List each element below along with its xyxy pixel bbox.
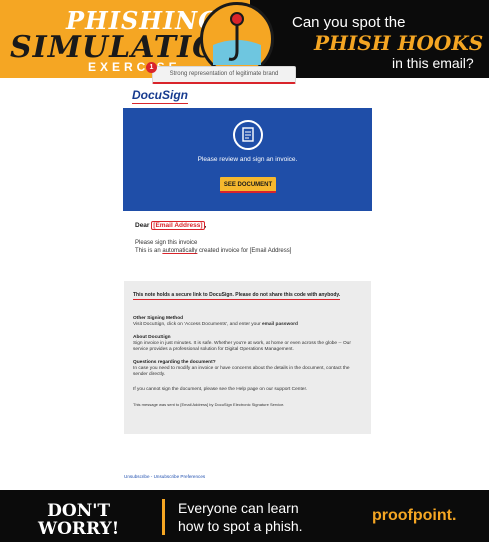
- greeting-suffix: ,: [204, 222, 207, 229]
- email-hero-panel: Please review and sign an invoice. SEE D…: [123, 108, 372, 211]
- footer-dont-worry: DON'T WORRY!: [38, 502, 119, 538]
- footer-divider: [162, 499, 165, 535]
- footer-message-line1: Everyone can learn: [178, 500, 299, 516]
- greeting-email-address: [Email Address]: [151, 221, 205, 230]
- unsubscribe-link[interactable]: Unsubscribe - Unsubscribe Preferences: [124, 474, 205, 479]
- line2-before: This is an: [135, 248, 161, 254]
- about-text: Sign invoice in just minutes. It is safe…: [133, 341, 351, 352]
- hero-message: Please review and sign an invoice.: [197, 156, 298, 163]
- footer-worry: WORRY!: [38, 519, 120, 539]
- line2-highlight: automatically: [162, 248, 198, 254]
- banner-question-line2: PHISH HOOKS: [314, 31, 484, 55]
- help-text: If you cannot sign the document, please …: [133, 387, 308, 392]
- email-info-box: This note holds a secure link to DocuSig…: [124, 281, 371, 434]
- other-signing-body: Visit DocuSign, click on 'Access Documen…: [133, 322, 261, 327]
- docusign-logo: DocuSign: [132, 88, 188, 102]
- line2-after: created invoice for [Email Address]: [199, 248, 292, 254]
- fish-hook-logo-icon: [200, 2, 274, 76]
- greeting-prefix: Dear: [135, 222, 150, 229]
- questions-text: In case you need to modify an invoice or…: [133, 366, 350, 377]
- banner-question-line3: in this email?: [392, 55, 474, 71]
- other-signing-text: Visit DocuSign, click on 'Access Documen…: [133, 322, 365, 328]
- annotation-callout: Strong representation of legitimate bran…: [152, 66, 296, 84]
- footer-banner: DON'T WORRY! Everyone can learn how to s…: [0, 490, 489, 542]
- email-password-highlight: email password: [261, 322, 298, 327]
- footer-message-line2: how to spot a phish.: [178, 518, 303, 534]
- secure-link-warning: This note holds a secure link to DocuSig…: [133, 292, 341, 300]
- sent-to-text: This message was sent to [Email Address]…: [133, 402, 285, 407]
- document-icon: [233, 120, 263, 150]
- about-section: About DocuSign Sign invoice in just minu…: [133, 335, 365, 353]
- proofpoint-logo: proofpoint.: [372, 507, 457, 524]
- questions-section: Questions regarding the document? In cas…: [133, 360, 365, 378]
- logo-highlight-underline: [132, 103, 188, 104]
- footer-dont: DON'T: [47, 501, 111, 521]
- other-signing-section: Other Signing Method Visit DocuSign, cli…: [133, 316, 365, 328]
- see-document-button[interactable]: SEE DOCUMENT: [220, 177, 276, 193]
- email-greeting: Dear [Email Address],: [135, 221, 207, 230]
- banner-question-line1: Can you spot the: [292, 14, 406, 31]
- email-line-1: Please sign this invoice: [135, 240, 198, 246]
- annotation-number-badge: 1: [146, 62, 157, 73]
- email-line-2: This is an automatically created invoice…: [135, 248, 291, 254]
